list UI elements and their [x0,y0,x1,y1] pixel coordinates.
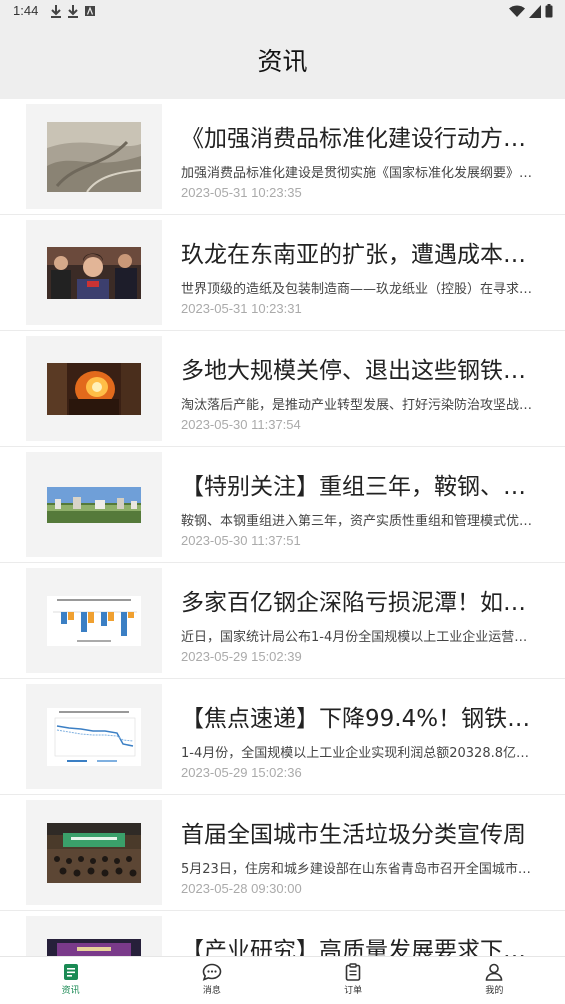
battery-icon [545,4,553,18]
news-thumbnail [26,104,162,209]
news-date: 2023-05-31 10:23:35 [181,185,302,200]
news-summary: 近日，国家统计局公布1-4月份全国规模以上工业企业运营情况 [181,630,536,645]
news-date: 2023-05-31 10:23:31 [181,301,302,316]
news-title: 玖龙在东南亚的扩张，遭遇成本上升 [181,242,541,268]
app-a-icon [85,6,95,16]
furnace-photo [47,362,141,415]
download-icon [68,5,78,18]
document-icon [63,964,78,980]
line-chart-thumbnail [47,707,141,766]
news-date: 2023-05-29 15:02:39 [181,649,302,664]
tab-label: 消息 [202,986,221,996]
news-summary: 鞍钢、本钢重组进入第三年，资产实质性重组和管理模式优化持续推进 [181,514,536,529]
news-date: 2023-05-29 15:02:36 [181,765,302,780]
landscape-photo [47,121,141,192]
tab-profile[interactable]: 我的 [424,957,565,1004]
news-title: 多地大规模关停、退出这些钢铁产能 [181,358,541,384]
bar-chart-thumbnail [47,595,141,646]
tab-news[interactable]: 资讯 [0,957,141,1004]
news-item[interactable]: 【特别关注】重组三年，鞍钢、本钢 鞍钢、本钢重组进入第三年，资产实质性重组和管理… [0,447,565,563]
news-date: 2023-05-28 09:30:00 [181,881,302,896]
news-item[interactable]: 首届全国城市生活垃圾分类宣传周 5月23日，住房和城乡建设部在山东省青岛市召开全… [0,795,565,911]
news-list[interactable]: 《加强消费品标准化建设行动方案》 加强消费品标准化建设是贯彻实施《国家标准化发展… [0,99,565,956]
news-title: 【产业研究】高质量发展要求下钢铁行业 [181,938,541,956]
news-item[interactable]: 【产业研究】高质量发展要求下钢铁行业 [0,911,565,956]
news-thumbnail [26,684,162,789]
news-title: 【焦点速递】下降99.4%！钢铁行业利润 [181,706,541,732]
news-thumbnail [26,568,162,673]
app-bar: 资讯 [0,24,565,99]
news-thumbnail [26,800,162,905]
news-thumbnail [26,452,162,557]
news-summary: 淘汰落后产能，是推动产业转型发展、打好污染防治攻坚战的重要举措 [181,398,536,413]
system-icons [509,4,553,18]
news-item[interactable]: 玖龙在东南亚的扩张，遭遇成本上升 世界顶级的造纸及包装制造商——玖龙纸业（控股）… [0,215,565,331]
news-summary: 加强消费品标准化建设是贯彻实施《国家标准化发展纲要》的重要举措 [181,166,536,181]
news-summary: 世界顶级的造纸及包装制造商——玖龙纸业（控股）在寻求海外扩张 [181,282,536,297]
news-summary: 1-4月份，全国规模以上工业企业实现利润总额20328.8亿元，同比下降 [181,746,536,761]
news-title: 【特别关注】重组三年，鞍钢、本钢 [181,474,541,500]
news-title: 《加强消费品标准化建设行动方案》 [181,126,541,152]
news-date: 2023-05-30 11:37:51 [181,533,301,548]
status-time: 1:44 [13,3,39,18]
signal-icon [529,4,541,18]
people-photo [47,246,141,299]
tab-label: 我的 [485,986,504,996]
news-date: 2023-05-30 11:37:54 [181,417,301,432]
news-item[interactable]: 《加强消费品标准化建设行动方案》 加强消费品标准化建设是贯彻实施《国家标准化发展… [0,99,565,215]
user-icon [486,963,503,981]
news-thumbnail [26,220,162,325]
bottom-tab-bar: 资讯 消息 订单 我的 [0,956,565,1004]
city-photo [47,486,141,523]
wifi-icon [509,5,525,17]
tab-label: 资讯 [61,986,80,996]
download-icon [51,5,61,18]
conference-photo [47,822,141,883]
news-title: 首届全国城市生活垃圾分类宣传周 [181,822,526,848]
news-thumbnail [26,916,162,956]
news-title: 多家百亿钢企深陷亏损泥潭！如何破局 [181,590,541,616]
chat-icon [202,963,222,981]
news-item[interactable]: 【焦点速递】下降99.4%！钢铁行业利润 1-4月份，全国规模以上工业企业实现利… [0,679,565,795]
clipboard-icon [345,963,361,981]
news-thumbnail [26,336,162,441]
tab-messages[interactable]: 消息 [141,957,282,1004]
news-item[interactable]: 多地大规模关停、退出这些钢铁产能 淘汰落后产能，是推动产业转型发展、打好污染防治… [0,331,565,447]
status-bar: 1:44 [0,0,565,24]
news-summary: 5月23日，住房和城乡建设部在山东省青岛市召开全国城市生活垃圾分类工作会议 [181,862,536,877]
news-item[interactable]: 多家百亿钢企深陷亏损泥潭！如何破局 近日，国家统计局公布1-4月份全国规模以上工… [0,563,565,679]
tab-label: 订单 [344,986,363,996]
stage-photo [47,938,141,956]
notification-icons [50,4,96,18]
tab-orders[interactable]: 订单 [283,957,424,1004]
page-title: 资讯 [257,47,308,76]
